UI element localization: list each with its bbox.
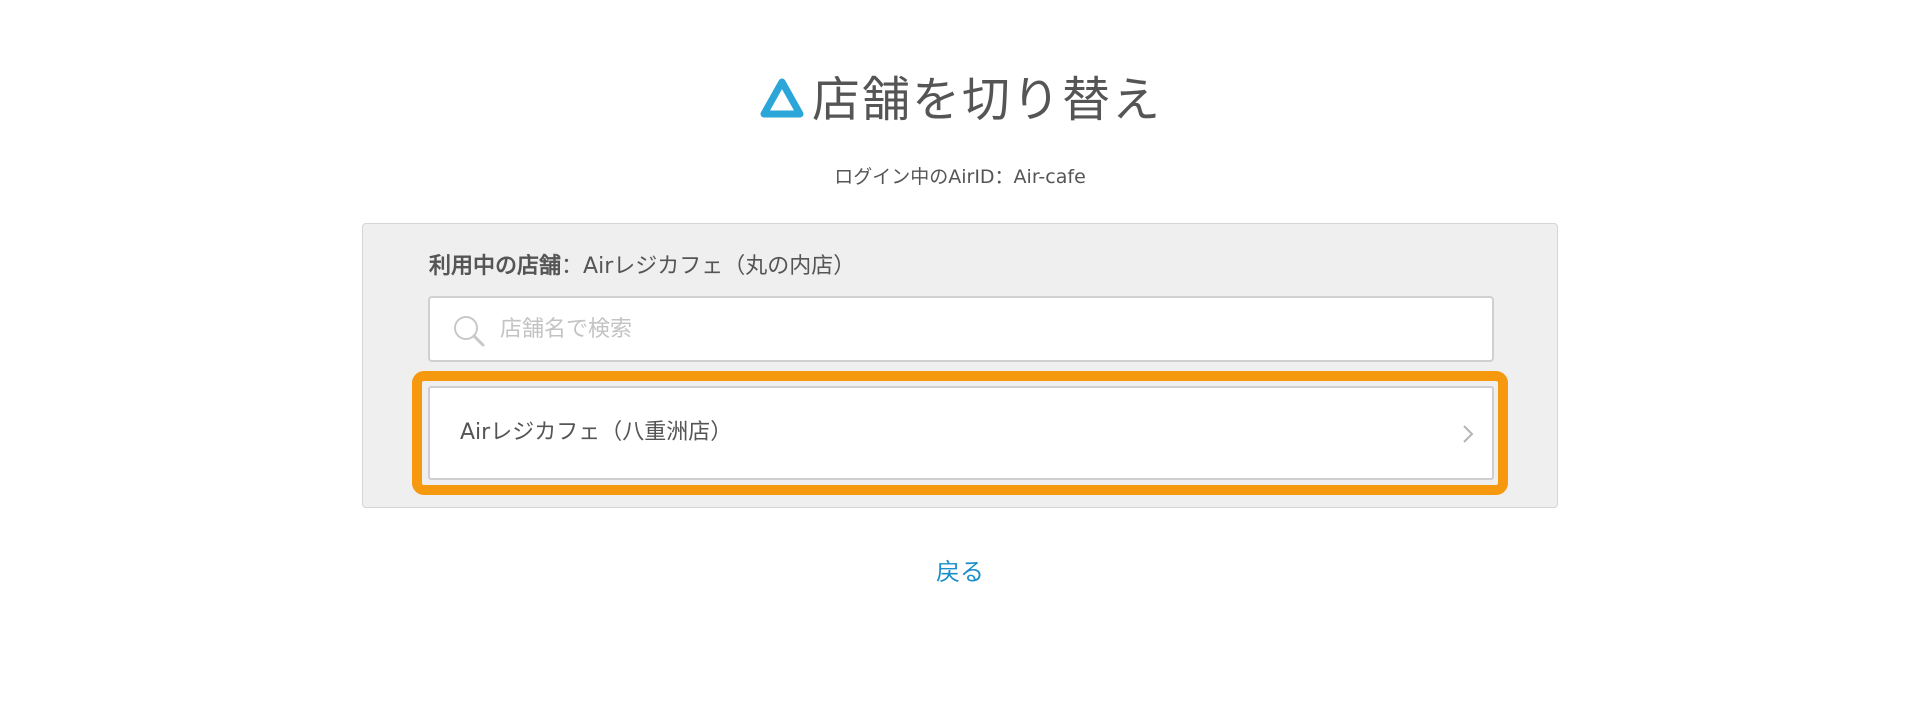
search-box[interactable] [428,296,1494,362]
search-icon [454,316,485,347]
current-store-separator: ： [561,254,584,279]
store-switch-page: 店舗を切り替え ログイン中のAirID：Air-cafe 利用中の店舗：Airレ… [0,0,1920,724]
air-triangle-logo-icon [760,78,804,118]
back-link-container: 戻る [0,556,1920,588]
current-store-value: Airレジカフェ（丸の内店） [583,254,856,279]
login-airid-text: ログイン中のAirID：Air-cafe [834,166,1086,188]
current-store-label: 利用中の店舗 [429,254,562,279]
highlight-frame [412,371,1508,495]
back-link[interactable]: 戻る [936,558,984,586]
store-search-input[interactable] [500,298,1480,360]
page-header: 店舗を切り替え [0,70,1920,130]
current-store: 利用中の店舗：Airレジカフェ（丸の内店） [429,252,855,282]
page-title: 店舗を切り替え [811,72,1162,128]
